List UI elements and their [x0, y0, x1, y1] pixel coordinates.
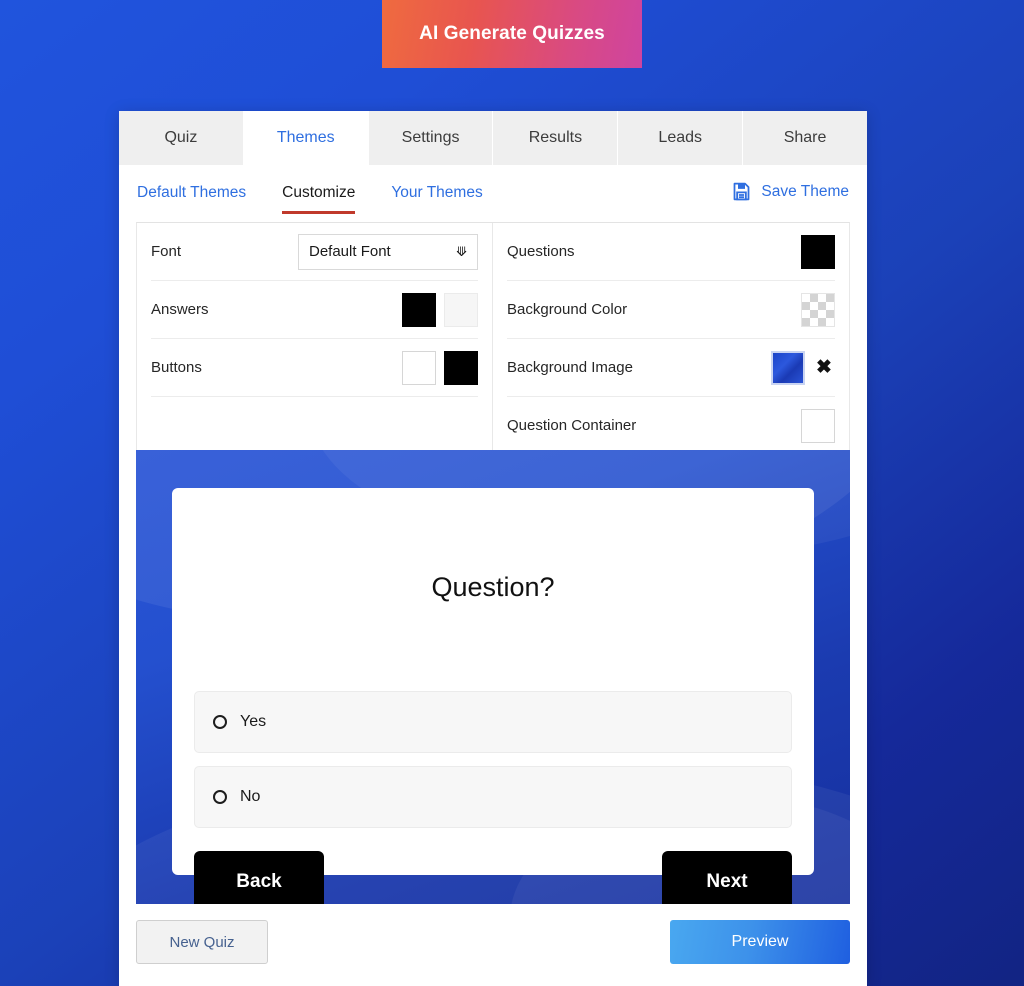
save-theme-button[interactable]: Save Theme: [731, 181, 849, 206]
tab-results-label: Results: [528, 129, 583, 146]
tab-quiz[interactable]: Quiz: [119, 111, 244, 165]
settings-left-spacer: [151, 397, 478, 455]
setting-label-font: Font: [151, 243, 182, 260]
tab-bar: Quiz Themes Settings Results Leads Share: [119, 111, 867, 165]
save-theme-label: Save Theme: [761, 182, 849, 200]
app-title: AI Generate Quizzes: [419, 23, 605, 44]
answer-option-yes-label: Yes: [240, 713, 267, 730]
setting-row-buttons: Buttons: [151, 339, 478, 397]
tab-leads[interactable]: Leads: [618, 111, 744, 165]
answer-option-no-label: No: [240, 788, 261, 805]
subnav-customize[interactable]: Customize: [282, 174, 356, 214]
tab-settings[interactable]: Settings: [368, 111, 494, 165]
preview-button[interactable]: Preview: [670, 920, 850, 964]
setting-row-background-color: Background Color: [507, 281, 835, 339]
radio-icon: [213, 790, 227, 804]
answer-option-yes[interactable]: Yes: [194, 691, 792, 753]
subnav-customize-label: Customize: [282, 183, 356, 201]
questions-color-swatch[interactable]: [801, 234, 835, 269]
setting-row-question-container: Question Container: [507, 397, 835, 455]
background-image-thumbnail[interactable]: [771, 350, 805, 385]
buttons-text-color-swatch[interactable]: [402, 350, 436, 385]
tab-settings-label: Settings: [401, 129, 460, 146]
setting-label-question-container: Question Container: [507, 417, 637, 434]
tab-themes-label: Themes: [276, 129, 335, 146]
tab-share[interactable]: Share: [743, 111, 867, 165]
setting-label-buttons: Buttons: [151, 359, 202, 376]
subnav-default-themes-label: Default Themes: [137, 183, 247, 201]
font-select-value: Default Font: [309, 243, 391, 260]
next-button[interactable]: Next: [662, 851, 792, 904]
settings-column-right: Questions Background Color Background Im…: [493, 223, 849, 455]
chevron-down-icon: ⟱: [456, 244, 467, 259]
app-card: Quiz Themes Settings Results Leads Share…: [119, 111, 867, 986]
setting-label-background-image: Background Image: [507, 359, 633, 376]
theme-live-preview: Question? Yes No Back Next: [136, 450, 850, 904]
subnav-your-themes-label: Your Themes: [391, 183, 483, 201]
brand-bar: AI Generate Quizzes: [0, 0, 1024, 68]
answer-option-no[interactable]: No: [194, 766, 792, 828]
answers-text-color-swatch[interactable]: [402, 292, 436, 327]
tab-share-label: Share: [783, 129, 827, 146]
subnav-your-themes[interactable]: Your Themes: [391, 174, 482, 214]
setting-row-answers: Answers: [151, 281, 478, 339]
answer-list: Yes No: [194, 691, 792, 828]
save-floppy-icon: [731, 181, 752, 202]
answers-background-color-swatch[interactable]: [444, 292, 478, 327]
theme-sub-nav: Default Themes Customize Your Themes Sav…: [119, 165, 867, 222]
app-title-pill: AI Generate Quizzes: [382, 0, 642, 68]
theme-settings-panel: Font Default Font ⟱ Answers Buttons Ques…: [136, 222, 850, 455]
setting-label-answers: Answers: [151, 301, 209, 318]
setting-row-questions: Questions: [507, 223, 835, 281]
back-button[interactable]: Back: [194, 851, 324, 904]
question-container-card: Question? Yes No Back Next: [172, 488, 814, 904]
font-select[interactable]: Default Font ⟱: [298, 233, 478, 270]
footer-bar: New Quiz Preview: [119, 904, 867, 980]
radio-icon: [213, 715, 227, 729]
tab-results[interactable]: Results: [493, 111, 619, 165]
quiz-navigation: Back Next: [194, 851, 792, 904]
buttons-background-color-swatch[interactable]: [444, 350, 478, 385]
question-text: Question?: [431, 572, 555, 602]
setting-label-background-color: Background Color: [507, 301, 628, 318]
subnav-default-themes[interactable]: Default Themes: [137, 174, 246, 214]
setting-label-questions: Questions: [507, 243, 575, 260]
setting-row-background-image: Background Image ✖: [507, 339, 835, 397]
question-container-color-swatch[interactable]: [801, 408, 835, 443]
remove-background-image-icon[interactable]: ✖: [813, 358, 835, 377]
setting-row-font: Font Default Font ⟱: [151, 223, 478, 281]
tab-themes[interactable]: Themes: [243, 111, 369, 165]
tab-leads-label: Leads: [658, 129, 703, 146]
tab-quiz-label: Quiz: [164, 129, 198, 146]
settings-column-left: Font Default Font ⟱ Answers Buttons: [137, 223, 493, 450]
new-quiz-button[interactable]: New Quiz: [136, 920, 268, 964]
background-color-swatch[interactable]: [801, 292, 835, 327]
